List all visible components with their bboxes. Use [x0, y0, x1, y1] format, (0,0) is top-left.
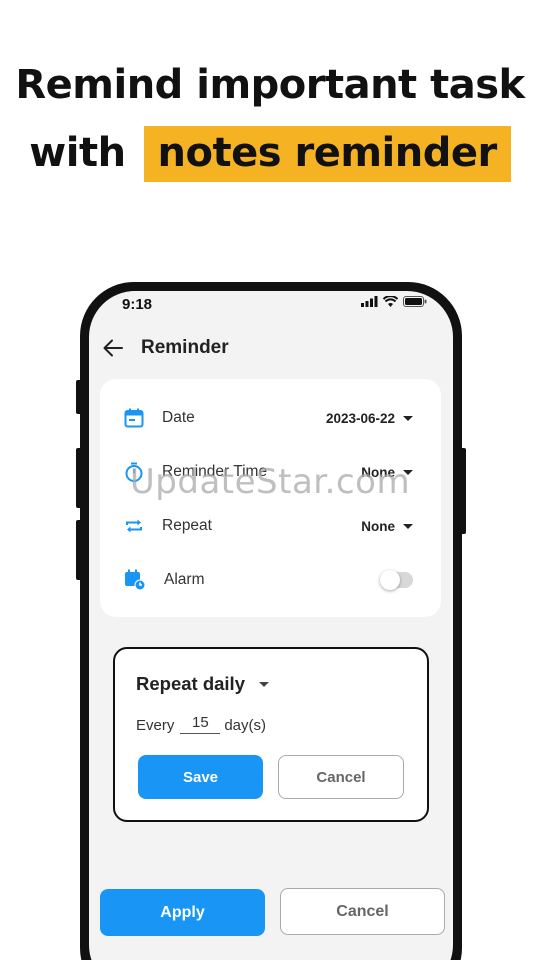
date-row[interactable]: Date 2023-06-22 — [124, 404, 413, 432]
phone-volume-down-button — [76, 520, 82, 580]
repeat-icon — [126, 519, 142, 533]
back-arrow-icon[interactable] — [103, 339, 123, 357]
repeat-dropdown[interactable]: None — [361, 519, 413, 534]
status-icons — [361, 296, 427, 307]
every-prefix: Every — [136, 717, 175, 734]
repeat-value: None — [361, 518, 395, 534]
chevron-down-icon — [403, 415, 413, 421]
wifi-icon — [383, 296, 398, 307]
cancel-button[interactable]: Cancel — [280, 888, 445, 935]
app-header: Reminder — [103, 337, 229, 359]
alarm-row: Alarm — [124, 566, 413, 594]
cellular-signal-icon — [361, 296, 378, 307]
dialog-cancel-button[interactable]: Cancel — [278, 755, 404, 799]
repeat-label: Repeat — [162, 517, 212, 534]
battery-icon — [403, 296, 427, 307]
repeat-mode-dropdown[interactable]: Repeat daily — [136, 673, 269, 695]
alarm-label: Alarm — [164, 571, 205, 588]
alarm-toggle[interactable] — [380, 570, 413, 590]
watermark: UpdateStar.com — [129, 462, 411, 502]
every-suffix: day(s) — [224, 717, 267, 734]
apply-button[interactable]: Apply — [100, 889, 265, 936]
date-value: 2023-06-22 — [325, 410, 395, 426]
app-screen: 9:18 Reminder Date 2023-06-22 Reminder T… — [89, 291, 453, 960]
headline-line-2: with notes reminder — [0, 126, 540, 182]
interval-input[interactable]: 15 — [180, 714, 221, 734]
headline-line-1: Remind important task — [15, 62, 525, 108]
alarm-toggle-knob — [380, 570, 400, 590]
repeat-dialog: Repeat daily Every 15 day(s) Save Cancel — [113, 647, 429, 822]
headline-highlight-text: notes reminder — [143, 126, 511, 182]
save-button[interactable]: Save — [138, 755, 263, 799]
date-label: Date — [162, 409, 195, 426]
date-dropdown[interactable]: 2023-06-22 — [326, 411, 413, 426]
calendar-icon — [124, 408, 144, 428]
headline-plain-text: with — [29, 130, 126, 176]
repeat-row[interactable]: Repeat None — [124, 512, 413, 540]
phone-side-button — [76, 380, 82, 414]
repeat-mode-value: Repeat daily — [136, 673, 245, 694]
page-title: Reminder — [141, 337, 229, 358]
repeat-interval: Every 15 day(s) — [136, 714, 266, 734]
status-time: 9:18 — [122, 296, 153, 313]
chevron-down-icon — [403, 523, 413, 529]
chevron-down-icon — [259, 681, 269, 687]
calendar-clock-icon — [125, 569, 146, 591]
